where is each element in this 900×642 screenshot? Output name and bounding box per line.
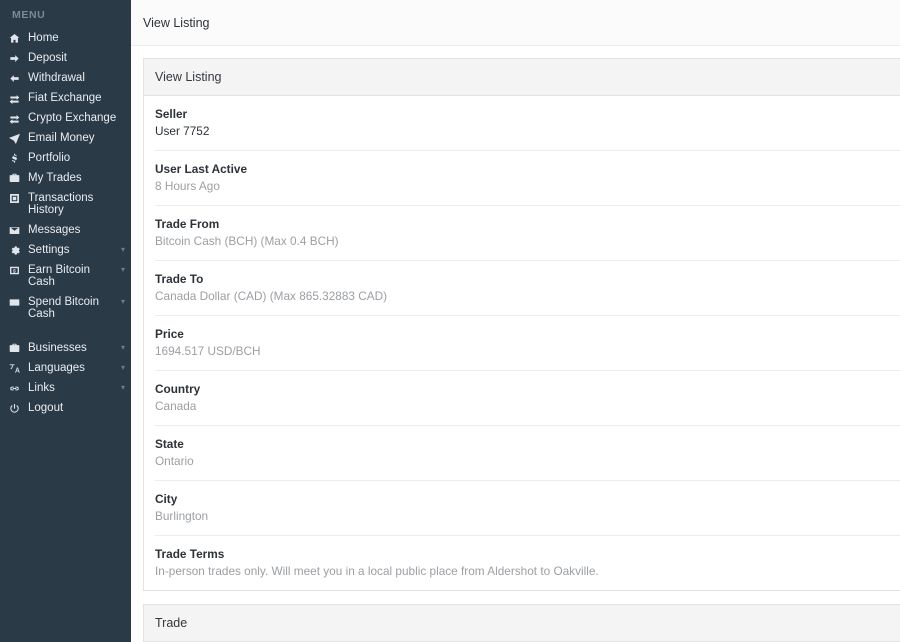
briefcase-icon	[9, 172, 25, 184]
detail-value: 8 Hours Ago	[155, 177, 900, 194]
detail-value: Canada	[155, 397, 900, 414]
detail-label: City	[155, 492, 900, 507]
arrow-right-icon	[9, 52, 25, 64]
sidebar-item-label: Spend Bitcoin Cash	[25, 296, 119, 320]
paper-plane-icon	[9, 132, 25, 144]
sidebar-nav-list: Home Deposit Withdrawal Fiat Exchange Crypto…	[0, 28, 131, 418]
sidebar-item-fiat-exchange[interactable]: Fiat Exchange	[0, 88, 131, 108]
sidebar-item-label: Logout	[25, 402, 125, 414]
sidebar-item-label: Messages	[25, 224, 125, 236]
detail-value: Burlington	[155, 507, 900, 524]
exchange-icon	[9, 112, 25, 124]
chevron-down-icon: ▾	[119, 362, 125, 374]
sidebar-item-label: Email Money	[25, 132, 125, 144]
arrow-left-icon	[9, 72, 25, 84]
detail-label: User Last Active	[155, 162, 900, 177]
sidebar-item-withdrawal[interactable]: Withdrawal	[0, 68, 131, 88]
detail-value: In-person trades only. Will meet you in …	[155, 562, 900, 579]
sidebar-separator	[0, 324, 131, 338]
sidebar-menu-header: MENU	[0, 0, 131, 28]
sidebar-item-label: Deposit	[25, 52, 125, 64]
detail-row: Trade ToCanada Dollar (CAD) (Max 865.328…	[155, 261, 900, 316]
app-root: MENU Home Deposit Withdrawal Fiat Exchange C…	[0, 0, 900, 642]
sidebar-item-deposit[interactable]: Deposit	[0, 48, 131, 68]
envelope-icon	[9, 224, 25, 236]
sidebar-item-label: Businesses	[25, 342, 119, 354]
sidebar-item-label: Portfolio	[25, 152, 125, 164]
detail-label: Seller	[155, 107, 900, 122]
detail-row: SellerUser 7752	[155, 96, 900, 151]
detail-row: CityBurlington	[155, 481, 900, 536]
sidebar-item-languages[interactable]: Languages▾	[0, 358, 131, 378]
sidebar-item-portfolio[interactable]: Portfolio	[0, 148, 131, 168]
sidebar-item-links[interactable]: Links▾	[0, 378, 131, 398]
language-icon	[9, 362, 25, 374]
sidebar-item-transactions-history[interactable]: Transactions History	[0, 188, 131, 220]
sidebar-item-messages[interactable]: Messages	[0, 220, 131, 240]
detail-value: Ontario	[155, 452, 900, 469]
trade-card: Trade Amount (Bitcoin Cash BCH) Trade Me…	[143, 604, 900, 642]
sidebar-item-label: Home	[25, 32, 125, 44]
detail-label: Trade From	[155, 217, 900, 232]
dollar-icon	[9, 152, 25, 164]
chevron-down-icon: ▾	[119, 296, 125, 308]
chevron-down-icon: ▾	[119, 244, 125, 256]
link-icon	[9, 382, 25, 394]
chevron-down-icon: ▾	[119, 264, 125, 276]
sidebar-item-label: Links	[25, 382, 119, 394]
sidebar-item-my-trades[interactable]: My Trades	[0, 168, 131, 188]
detail-row: StateOntario	[155, 426, 900, 481]
chevron-down-icon: ▾	[119, 382, 125, 394]
sidebar-item-label: Settings	[25, 244, 119, 256]
sidebar-item-businesses[interactable]: Businesses▾	[0, 338, 131, 358]
sidebar-item-label: Earn Bitcoin Cash	[25, 264, 119, 288]
detail-row: Trade TermsIn-person trades only. Will m…	[155, 536, 900, 590]
card-icon	[9, 296, 25, 308]
seller-link[interactable]: User 7752	[155, 122, 900, 139]
sidebar-item-spend-bitcoin-cash[interactable]: Spend Bitcoin Cash▾	[0, 292, 131, 324]
page-title: View Listing	[143, 16, 209, 30]
detail-label: Country	[155, 382, 900, 397]
sidebar: MENU Home Deposit Withdrawal Fiat Exchange C…	[0, 0, 131, 642]
home-icon	[9, 32, 25, 44]
detail-label: Trade Terms	[155, 547, 900, 562]
trade-card-header: Trade	[144, 605, 900, 642]
earn-icon	[9, 264, 25, 276]
sidebar-item-label: Languages	[25, 362, 119, 374]
sidebar-item-label: Transactions History	[25, 192, 125, 216]
view-listing-details: SellerUser 7752User Last Active8 Hours A…	[144, 96, 900, 590]
sidebar-item-label: Crypto Exchange	[25, 112, 125, 124]
briefcase-icon	[9, 342, 25, 354]
detail-row: Price1694.517 USD/BCH	[155, 316, 900, 371]
chevron-down-icon: ▾	[119, 342, 125, 354]
view-listing-card-header: View Listing	[144, 59, 900, 96]
exchange-icon	[9, 92, 25, 104]
detail-row: User Last Active8 Hours Ago	[155, 151, 900, 206]
sidebar-item-label: Fiat Exchange	[25, 92, 125, 104]
detail-value: Canada Dollar (CAD) (Max 865.32883 CAD)	[155, 287, 900, 304]
sidebar-item-email-money[interactable]: Email Money	[0, 128, 131, 148]
sidebar-item-home[interactable]: Home	[0, 28, 131, 48]
detail-row: Trade FromBitcoin Cash (BCH) (Max 0.4 BC…	[155, 206, 900, 261]
main-content: View Listing View Listing SellerUser 775…	[131, 0, 900, 642]
sidebar-item-logout[interactable]: Logout	[0, 398, 131, 418]
content-area: View Listing SellerUser 7752User Last Ac…	[131, 46, 900, 642]
detail-row: CountryCanada	[155, 371, 900, 426]
sidebar-item-earn-bitcoin-cash[interactable]: Earn Bitcoin Cash▾	[0, 260, 131, 292]
list-box-icon	[9, 192, 25, 204]
detail-label: Price	[155, 327, 900, 342]
detail-label: State	[155, 437, 900, 452]
view-listing-card: View Listing SellerUser 7752User Last Ac…	[143, 58, 900, 591]
sidebar-item-crypto-exchange[interactable]: Crypto Exchange	[0, 108, 131, 128]
detail-value: Bitcoin Cash (BCH) (Max 0.4 BCH)	[155, 232, 900, 249]
detail-value: 1694.517 USD/BCH	[155, 342, 900, 359]
sidebar-item-label: Withdrawal	[25, 72, 125, 84]
sidebar-item-settings[interactable]: Settings▾	[0, 240, 131, 260]
detail-label: Trade To	[155, 272, 900, 287]
gear-icon	[9, 244, 25, 256]
topbar: View Listing	[131, 0, 900, 46]
power-icon	[9, 402, 25, 414]
sidebar-item-label: My Trades	[25, 172, 125, 184]
